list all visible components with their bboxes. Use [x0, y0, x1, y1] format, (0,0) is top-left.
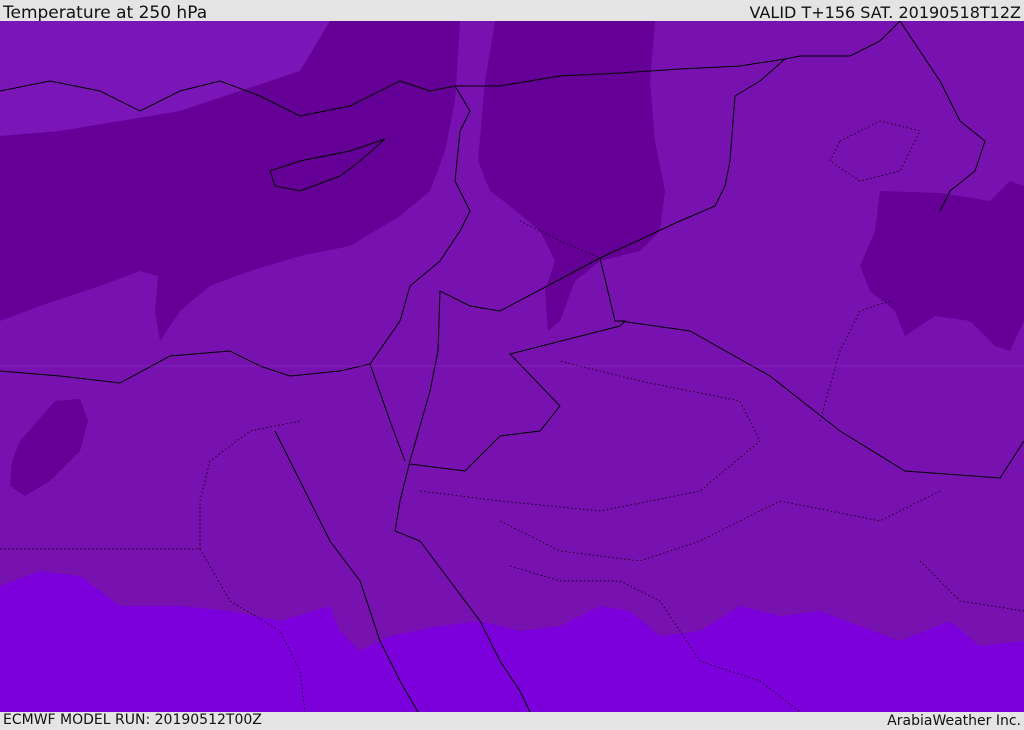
header-bar: Temperature at 250 hPa VALID T+156 SAT. … [0, 0, 1024, 23]
footer-bar: ECMWF MODEL RUN: 20190512T00Z ArabiaWeat… [0, 712, 1024, 729]
credit: ArabiaWeather Inc. [887, 713, 1021, 729]
model-run: ECMWF MODEL RUN: 20190512T00Z [3, 712, 262, 728]
map-title: Temperature at 250 hPa [3, 3, 208, 23]
temperature-map [0, 21, 1024, 712]
valid-time: VALID T+156 SAT. 20190518T12Z [749, 3, 1021, 22]
